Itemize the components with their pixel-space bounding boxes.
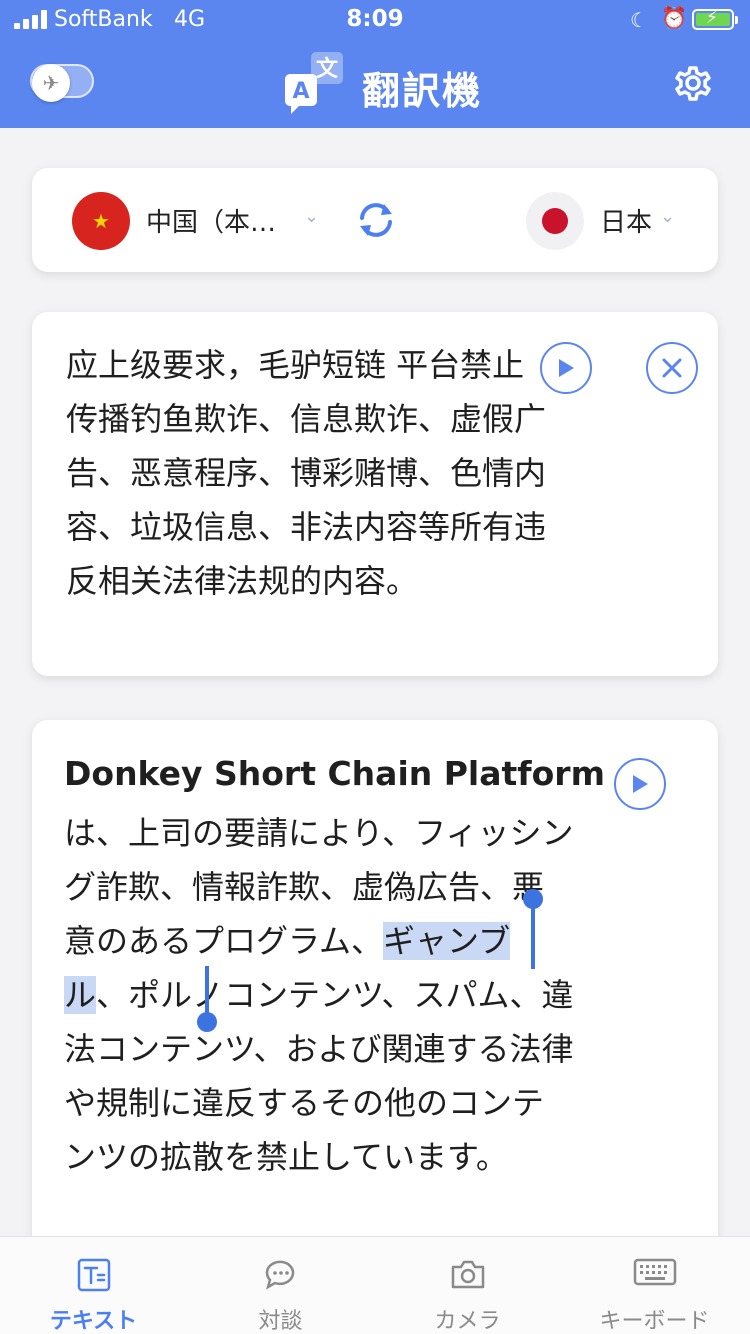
tab-label: テキスト <box>49 1309 138 1334</box>
translation-english[interactable]: Donkey Short Chain Platform <box>64 754 605 793</box>
play-translation-button[interactable] <box>614 758 666 810</box>
target-language[interactable]: 日本 <box>600 202 652 239</box>
svg-text:文: 文 <box>316 56 339 82</box>
source-language[interactable]: 中国（本… <box>146 202 276 239</box>
play-icon <box>633 775 648 793</box>
japan-flag-icon <box>526 192 584 250</box>
text-icon <box>77 1258 110 1292</box>
language-selector: ★ 中国（本… ⌄ 日本 ⌄ <box>32 168 718 272</box>
tab-label: 対談 <box>258 1309 303 1334</box>
tab-keyboard[interactable]: キーボード <box>561 1237 748 1334</box>
swap-languages-icon[interactable] <box>354 198 398 242</box>
translation-text-after: 、ポルノコンテンツ、スパム、違法コンテンツ、および関連する法律や規制に違反するそ… <box>64 976 574 1176</box>
close-icon <box>662 358 682 378</box>
selection-end-handle[interactable] <box>197 966 217 1032</box>
play-icon <box>559 359 574 377</box>
translate-logo-icon: 文 A <box>285 52 343 114</box>
play-source-button[interactable] <box>540 342 592 394</box>
tab-camera[interactable]: カメラ <box>374 1237 561 1334</box>
status-bar: SoftBank 4G 8:09 ☾ ⏰ ⚡ <box>0 0 750 40</box>
app-title: 翻訳機 <box>362 69 483 113</box>
battery-icon: ⚡ <box>692 8 738 30</box>
bottom-tab-bar: テキスト 対談 カメラ キーボード <box>0 1236 750 1334</box>
svg-text:A: A <box>292 79 309 104</box>
offline-mode-toggle[interactable]: ✈ <box>30 64 94 102</box>
chevron-down-icon[interactable]: ⌄ <box>304 206 319 227</box>
translation-result-card: Donkey Short Chain Platform は、上司の要請により、フ… <box>32 720 718 1280</box>
selection-start-handle[interactable] <box>523 889 543 969</box>
tab-label: キーボード <box>599 1309 710 1334</box>
alarm-icon: ⏰ <box>661 6 688 30</box>
conversation-icon <box>265 1260 294 1290</box>
source-text-card: 应上级要求，毛驴短链 平台禁止传播钓鱼欺诈、信息欺诈、虚假广告、恶意程序、博彩赌… <box>32 312 718 676</box>
clear-text-button[interactable] <box>646 342 698 394</box>
settings-gear-icon[interactable] <box>670 60 716 106</box>
tab-conversation[interactable]: 対談 <box>187 1237 374 1334</box>
do-not-disturb-icon: ☾ <box>630 8 648 32</box>
app-header: SoftBank 4G 8:09 ☾ ⏰ ⚡ ✈ 文 A 翻訳機 <box>0 0 750 128</box>
airplane-icon: ✈ <box>32 64 70 102</box>
tab-text[interactable]: テキスト <box>0 1237 187 1334</box>
chevron-down-icon[interactable]: ⌄ <box>660 206 675 227</box>
tab-label: カメラ <box>434 1309 501 1334</box>
china-flag-icon: ★ <box>72 192 130 250</box>
camera-icon <box>451 1260 484 1289</box>
keyboard-icon <box>633 1258 676 1286</box>
source-text[interactable]: 应上级要求，毛驴短链 平台禁止传播钓鱼欺诈、信息欺诈、虚假广告、恶意程序、博彩赌… <box>66 338 550 608</box>
translation-japanese[interactable]: は、上司の要請により、フィッシング詐欺、情報詐欺、虚偽広告、悪意のあるプログラム… <box>64 806 574 1184</box>
